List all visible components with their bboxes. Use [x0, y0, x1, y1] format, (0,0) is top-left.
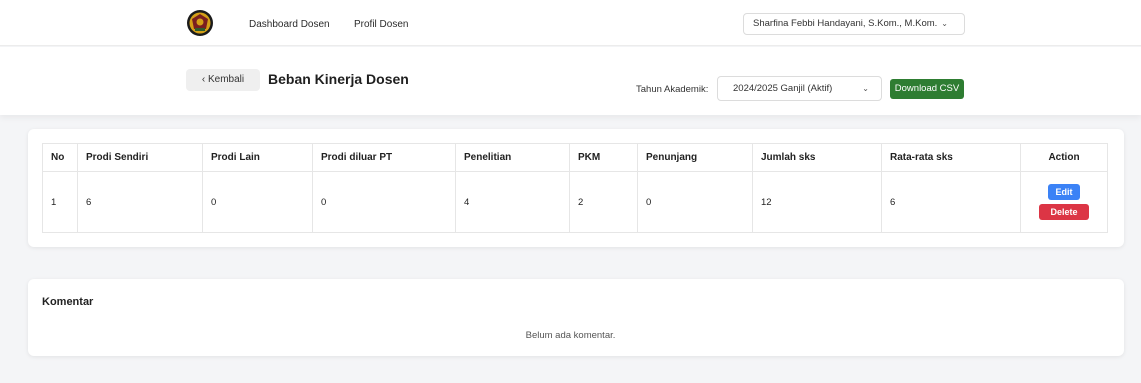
beban-kinerja-table: No Prodi Sendiri Prodi Lain Prodi diluar…: [42, 143, 1108, 233]
user-menu-dropdown[interactable]: Sharfina Febbi Handayani, S.Kom., M.Kom.…: [743, 13, 965, 35]
tahun-akademik-select[interactable]: 2024/2025 Ganjil (Aktif) ⌄: [717, 76, 882, 101]
page-title: Beban Kinerja Dosen: [268, 71, 409, 87]
column-header-jumlah-sks: Jumlah sks: [752, 143, 882, 172]
edit-button[interactable]: Edit: [1048, 184, 1080, 200]
komentar-title: Komentar: [42, 296, 94, 308]
column-header-penelitian: Penelitian: [455, 143, 570, 172]
back-button[interactable]: ‹ Kembali: [186, 69, 260, 91]
column-header-penunjang: Penunjang: [637, 143, 753, 172]
nav-profil-dosen[interactable]: Profil Dosen: [354, 19, 408, 30]
column-header-pkm: PKM: [569, 143, 638, 172]
nav-dashboard-dosen[interactable]: Dashboard Dosen: [249, 19, 330, 30]
cell-pkm: 2: [569, 171, 638, 233]
column-header-action: Action: [1020, 143, 1108, 172]
chevron-down-icon: ⌄: [941, 19, 948, 28]
chevron-left-icon: ‹: [201, 74, 206, 85]
cell-prodi-sendiri: 6: [77, 171, 203, 233]
university-logo[interactable]: [186, 9, 214, 37]
cell-penunjang: 0: [637, 171, 753, 233]
chevron-down-icon: ⌄: [862, 84, 869, 93]
column-header-rata-rata-sks: Rata-rata sks: [881, 143, 1021, 172]
cell-prodi-lain: 0: [202, 171, 313, 233]
table-row: 1 6 0 0 4 2 0 12 6 Edit Delete: [42, 171, 1108, 233]
column-header-prodi-sendiri: Prodi Sendiri: [77, 143, 203, 172]
tahun-akademik-value: 2024/2025 Ganjil (Aktif): [733, 83, 833, 94]
column-header-prodi-diluar-pt: Prodi diluar PT: [312, 143, 456, 172]
cell-penelitian: 4: [455, 171, 570, 233]
download-csv-button[interactable]: Download CSV: [890, 79, 964, 99]
komentar-empty-text: Belum ada komentar.: [525, 330, 616, 341]
komentar-card: [28, 279, 1124, 356]
back-button-label: Kembali: [207, 74, 245, 85]
page-header: [0, 47, 1141, 115]
column-header-prodi-lain: Prodi Lain: [202, 143, 313, 172]
top-navbar: [0, 0, 1141, 46]
tahun-akademik-label: Tahun Akademik:: [636, 84, 709, 95]
cell-prodi-diluar-pt: 0: [312, 171, 456, 233]
column-header-no: No: [42, 143, 78, 172]
user-name: Sharfina Febbi Handayani, S.Kom., M.Kom.: [753, 18, 938, 29]
delete-button[interactable]: Delete: [1039, 204, 1089, 220]
cell-action: Edit Delete: [1020, 171, 1108, 233]
cell-no: 1: [42, 171, 78, 233]
cell-jumlah-sks: 12: [752, 171, 882, 233]
table-header-row: No Prodi Sendiri Prodi Lain Prodi diluar…: [42, 143, 1108, 172]
cell-rata-rata-sks: 6: [881, 171, 1021, 233]
